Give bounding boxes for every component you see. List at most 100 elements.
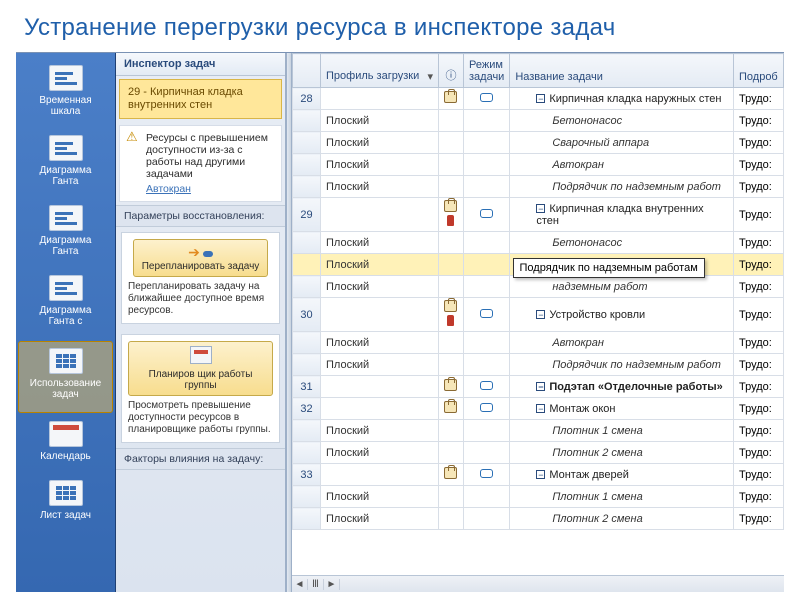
mode-cell[interactable] — [464, 376, 510, 398]
mode-cell[interactable] — [464, 88, 510, 110]
table-row-resource[interactable]: Плоский АвтокранТрудо: — [293, 154, 784, 176]
profile-cell[interactable]: Плоский — [321, 486, 439, 508]
outline-toggle-icon[interactable]: − — [536, 94, 545, 103]
profile-cell[interactable]: Плоский — [321, 110, 439, 132]
indicators-cell[interactable] — [439, 398, 464, 420]
details-cell[interactable]: Трудо: — [734, 508, 784, 530]
mode-cell[interactable] — [464, 154, 510, 176]
row-number-cell[interactable] — [293, 420, 321, 442]
col-rownum[interactable] — [293, 54, 321, 88]
row-number-cell[interactable]: 31 — [293, 376, 321, 398]
taskname-cell[interactable]: Автокран — [510, 154, 734, 176]
details-cell[interactable]: Трудо: — [734, 354, 784, 376]
table-row-resource[interactable]: ПлоскийБетононасосТрудо: — [293, 110, 784, 132]
col-indicators[interactable]: ⓘ — [439, 54, 464, 88]
mode-cell[interactable] — [464, 420, 510, 442]
profile-cell[interactable] — [321, 398, 439, 420]
row-number-cell[interactable]: 32 — [293, 398, 321, 420]
row-number-cell[interactable] — [293, 508, 321, 530]
col-mode[interactable]: Режим задачи — [464, 54, 510, 88]
nav-item-5[interactable]: Календарь — [16, 415, 115, 474]
profile-cell[interactable] — [321, 464, 439, 486]
table-row-task[interactable]: 30−Устройство кровлиТрудо: — [293, 298, 784, 332]
profile-cell[interactable]: Плоский — [321, 132, 439, 154]
taskname-cell[interactable]: −Кирпичная кладка наружных стен — [510, 88, 734, 110]
taskname-cell[interactable]: −Монтаж дверей — [510, 464, 734, 486]
details-cell[interactable]: Трудо: — [734, 154, 784, 176]
table-row-resource[interactable]: ПлоскийПлотник 2 сменаТрудо: — [293, 442, 784, 464]
indicators-cell[interactable] — [439, 376, 464, 398]
row-number-cell[interactable] — [293, 110, 321, 132]
mode-cell[interactable] — [464, 276, 510, 298]
indicators-cell[interactable] — [439, 420, 464, 442]
details-cell[interactable]: Трудо: — [734, 398, 784, 420]
taskname-cell[interactable]: −Подэтап «Отделочные работы» — [510, 376, 734, 398]
profile-cell[interactable]: Плоский — [321, 354, 439, 376]
task-usage-table[interactable]: Профиль загрузки ▾ ⓘ Режим задачи Назван… — [292, 53, 784, 530]
table-row-task[interactable]: 32 −Монтаж оконТрудо: — [293, 398, 784, 420]
row-number-cell[interactable] — [293, 154, 321, 176]
taskname-cell[interactable]: Подрядчик по надземным работ — [510, 176, 734, 198]
details-cell[interactable]: Трудо: — [734, 132, 784, 154]
reschedule-button[interactable]: ➔ Перепланировать задачу — [133, 239, 269, 277]
indicators-cell[interactable] — [439, 332, 464, 354]
details-cell[interactable]: Трудо: — [734, 254, 784, 276]
taskname-cell[interactable]: −Устройство кровли — [510, 298, 734, 332]
warning-resource-link[interactable]: Автокран — [146, 183, 275, 195]
mode-cell[interactable] — [464, 110, 510, 132]
table-row-task[interactable]: 33−Монтаж дверейТрудо: — [293, 464, 784, 486]
details-cell[interactable]: Трудо: — [734, 198, 784, 232]
outline-toggle-icon[interactable]: − — [536, 310, 545, 319]
profile-cell[interactable] — [321, 376, 439, 398]
mode-cell[interactable] — [464, 486, 510, 508]
profile-cell[interactable]: Плоский — [321, 276, 439, 298]
mode-cell[interactable] — [464, 198, 510, 232]
mode-cell[interactable] — [464, 254, 510, 276]
outline-toggle-icon[interactable]: − — [536, 382, 545, 391]
mode-cell[interactable] — [464, 332, 510, 354]
profile-cell[interactable] — [321, 88, 439, 110]
table-row-resource[interactable]: Плоский Сварочный аппараТрудо: — [293, 132, 784, 154]
details-cell[interactable]: Трудо: — [734, 110, 784, 132]
taskname-cell[interactable]: Плотник 2 смена — [510, 442, 734, 464]
scroll-left-step-icon[interactable]: Ⅲ — [308, 579, 324, 590]
row-number-cell[interactable] — [293, 276, 321, 298]
indicators-cell[interactable] — [439, 254, 464, 276]
taskname-cell[interactable]: Сварочный аппара — [510, 132, 734, 154]
taskname-cell[interactable]: −Монтаж окон — [510, 398, 734, 420]
mode-cell[interactable] — [464, 354, 510, 376]
row-number-cell[interactable] — [293, 132, 321, 154]
taskname-cell[interactable]: Бетононасос — [510, 232, 734, 254]
profile-cell[interactable]: Плоский — [321, 154, 439, 176]
mode-cell[interactable] — [464, 464, 510, 486]
row-number-cell[interactable]: 29 — [293, 198, 321, 232]
details-cell[interactable]: Трудо: — [734, 88, 784, 110]
mode-cell[interactable] — [464, 398, 510, 420]
taskname-cell[interactable]: −Кирпичная кладка внутренних стен — [510, 198, 734, 232]
row-number-cell[interactable] — [293, 332, 321, 354]
details-cell[interactable]: Трудо: — [734, 176, 784, 198]
profile-cell[interactable]: Плоский — [321, 420, 439, 442]
nav-item-0[interactable]: Временная шкала — [16, 59, 115, 129]
indicators-cell[interactable] — [439, 486, 464, 508]
indicators-cell[interactable] — [439, 276, 464, 298]
taskname-cell[interactable]: Плотник 2 смена — [510, 508, 734, 530]
col-profile[interactable]: Профиль загрузки ▾ — [321, 54, 439, 88]
mode-cell[interactable] — [464, 442, 510, 464]
table-row-resource[interactable]: ПлоскийАвтокранТрудо: — [293, 332, 784, 354]
nav-item-1[interactable]: Диаграмма Ганта — [16, 129, 115, 199]
table-row-resource[interactable]: ПлоскийПлотник 1 сменаТрудо: — [293, 420, 784, 442]
indicators-cell[interactable] — [439, 110, 464, 132]
row-number-cell[interactable] — [293, 486, 321, 508]
details-cell[interactable]: Трудо: — [734, 464, 784, 486]
details-cell[interactable]: Трудо: — [734, 420, 784, 442]
mode-cell[interactable] — [464, 232, 510, 254]
nav-item-3[interactable]: Диаграмма Ганта с — [16, 269, 115, 339]
indicators-cell[interactable] — [439, 132, 464, 154]
scroll-left-icon[interactable]: ◄ — [292, 579, 308, 590]
teamplanner-button[interactable]: Планиров щик работы группы — [128, 341, 273, 396]
taskname-cell[interactable]: надземным работ — [510, 276, 734, 298]
taskname-cell[interactable]: Подрядчик по надземным работ — [510, 354, 734, 376]
details-cell[interactable]: Трудо: — [734, 486, 784, 508]
details-cell[interactable]: Трудо: — [734, 376, 784, 398]
